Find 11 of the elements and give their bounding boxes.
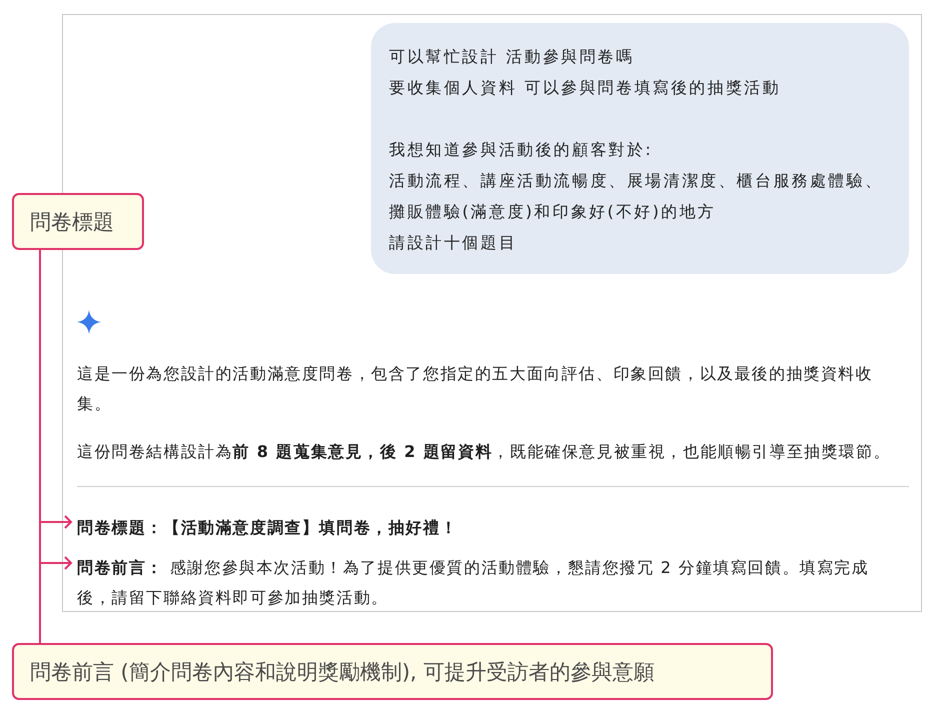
survey-intro: 問卷前言： 感謝您參與本次活動！為了提供更優質的活動體驗，懇請您撥冗 2 分鐘填寫回饋。填寫完成後，請留下聯絡資料即可參加抽獎活動。 [77,557,870,609]
annotation-callout: 問卷前言 (簡介問卷內容和說明獎勵機制), 可提升受訪者的參與意願 [12,643,773,700]
message-text: 活動流程、講座活動流暢度、展場清潔度、櫃台服務處體驗、攤販體驗(滿意度)和印象好(不好)的地方 [389,170,884,223]
survey-title: 問卷標題：【活動滿意度調查】填問卷，抽好禮！ [77,517,459,539]
response-paragraph: 這是一份為您設計的活動滿意度問卷，包含了您指定的五大面向評估、印象回饋，以及最後的抽獎資料收集。 [77,363,874,415]
response-paragraph: 這份問卷結構設計為前 8 題蒐集意見，後 2 題留資料，既能確保意見被重視，也能順暢引導至抽獎環節。 [77,441,892,463]
message-text: 請設計十個題目 [389,232,518,254]
message-text: 要收集個人資料 可以參與問卷填寫後的抽獎活動 [389,77,782,99]
message-text: 可以幫忙設計 活動參與問卷嗎 [389,46,636,68]
message-text: 我想知道參與活動後的顧客對於: [389,139,654,161]
annotation-callout: 問卷標題 [12,193,144,250]
